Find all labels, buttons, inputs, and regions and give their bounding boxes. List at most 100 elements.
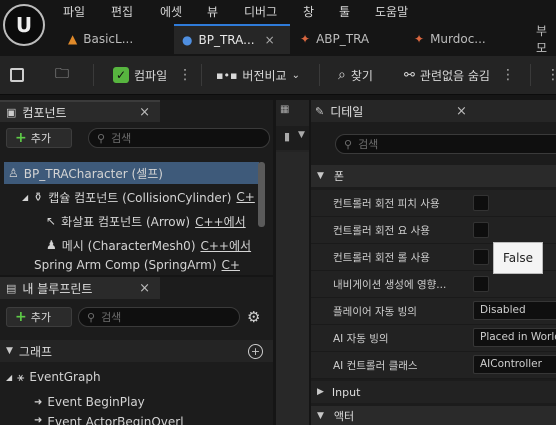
menu-window[interactable]: 창 [303,3,314,20]
tree-item-label: EventGraph [29,370,101,384]
menu-debug[interactable]: 디버그 [244,3,277,20]
plus-icon: + [15,309,27,325]
tab-abp-tra[interactable]: ✦ ABP_TRA [300,24,390,54]
tab-label: ABP_TRA [316,32,370,46]
ai-controller-class-dropdown[interactable]: AIController [473,355,556,374]
search-icon: ⚲ [87,310,96,324]
tab-basic-level[interactable]: ▲ BasicL... [68,24,168,54]
components-scrollbar[interactable] [258,162,265,227]
tree-item-arrow[interactable]: ↖ 화살표 컴포넌트 (Arrow) C++에서 [46,210,246,232]
search-icon: ⚲ [97,131,106,145]
components-search-input[interactable]: ⚲ 검색 [88,128,270,148]
person-icon: ● [182,33,193,47]
tree-item-label: BP_TRACharacter (셀프) [23,166,163,181]
compile-button[interactable]: ✓ 컴파일 ⋮ [113,56,192,94]
tree-item-eventgraph[interactable]: ◢ ⚹ EventGraph [6,366,101,388]
compile-label: 컴파일 [134,68,168,83]
tree-item-self[interactable]: ♙ BP_TRACharacter (셀프) [4,162,259,184]
use-controller-yaw-checkbox[interactable] [473,222,489,238]
mesh-icon: ♟ [46,238,57,252]
level-icon: ▲ [68,32,78,46]
details-search-input[interactable]: ⚲ 검색 [335,134,556,154]
graph-section-header[interactable]: ▼ 그래프 + [0,340,273,362]
add-blueprint-item-button[interactable]: + 추가 [6,307,72,327]
pawn-section-header[interactable]: ▼ 폰 [311,165,556,187]
tab-bp-tracharacter[interactable]: ● BP_TRA... × [174,24,290,54]
run-icon: ✦ [414,32,425,46]
tab-label: BP_TRA... [198,33,255,47]
blueprint-search-input[interactable]: ⚲ 검색 [78,307,240,327]
tree-item-label: Spring Arm Comp (SpringArm) [34,258,217,272]
viewport-toolbar: ▮ ▼ [276,126,309,150]
property-label: 컨트롤러 회전 피치 사용 [333,198,440,210]
property-row-ai-controller-class: AI 컨트롤러 클래스 AIController [311,352,556,379]
use-controller-pitch-checkbox[interactable] [473,195,489,211]
tree-item-mesh[interactable]: ♟ 메시 (CharacterMesh0) C++에서 [46,234,251,256]
property-label: AI 자동 빙의 [333,333,389,345]
cpp-link[interactable]: C+ [222,258,240,272]
character-icon: ♙ [8,166,19,180]
close-icon[interactable]: × [139,281,150,296]
menu-asset[interactable]: 에셋 [160,3,182,20]
find-button[interactable]: ⌕ 찾기 [338,56,373,94]
menu-tools[interactable]: 툴 [339,3,350,20]
plus-icon: + [15,130,27,146]
chevron-down-icon[interactable]: ▼ [298,130,305,140]
actor-section-header[interactable]: ▼ 액터 [311,406,556,425]
my-blueprint-tab[interactable]: ▤ 내 블루프린트 × [0,277,160,299]
input-section-header[interactable]: ▶ Input [311,381,556,403]
menu-help[interactable]: 도움말 [375,3,408,20]
event-icon: ➜ [34,396,43,408]
use-controller-roll-checkbox[interactable] [473,249,489,265]
components-tab[interactable]: ▣ 컴포넌트 × [0,100,160,122]
auto-possess-ai-dropdown[interactable]: Placed in World [473,328,556,347]
property-row-yaw: 컨트롤러 회전 요 사용 [311,217,556,244]
grid-icon[interactable]: ▦ [280,104,306,120]
add-circle-icon[interactable]: + [248,343,263,359]
search-placeholder: 검색 [101,311,122,324]
toolbar-divider [93,64,94,86]
cpp-link[interactable]: C+ [236,190,254,204]
cpp-link[interactable]: C++에서 [195,213,246,230]
menu-view[interactable]: 뷰 [207,3,218,20]
save-button[interactable] [10,56,24,94]
tree-item-event-overlap[interactable]: ➜ Event ActorBeginOverl [34,415,184,425]
tab-murdoc[interactable]: ✦ Murdoc... [414,24,504,54]
close-icon[interactable]: × [456,104,467,119]
bookmark-icon[interactable]: ▮ [284,130,290,143]
tree-item-spring-arm[interactable]: Spring Arm Comp (SpringArm) C+ [34,256,240,274]
gear-icon[interactable]: ⚙ [247,308,260,326]
cpp-link[interactable]: C++에서 [201,237,252,254]
compile-options-icon[interactable]: ⋮ [178,67,192,83]
diff-icon: ▪•▪ [216,68,238,82]
graph-icon: ⚹ [17,369,25,384]
menu-edit[interactable]: 편집 [111,3,133,20]
affect-navigation-checkbox[interactable] [473,276,489,292]
browse-button[interactable]: 🗀 [55,56,69,94]
arrow-icon: ↖ [46,214,57,228]
find-label: 찾기 [350,68,373,83]
details-tab[interactable]: ✎ 디테일 × [311,100,556,122]
more-icon[interactable]: ⋮ [546,56,556,94]
collapse-arrow-icon: ▼ [6,346,13,356]
close-icon[interactable]: × [139,105,150,120]
tree-item-event-beginplay[interactable]: ➜ Event BeginPlay [34,391,145,413]
save-icon [10,68,24,82]
search-placeholder: 검색 [358,138,379,151]
close-tab-icon[interactable]: × [265,33,275,47]
auto-possess-player-dropdown[interactable]: Disabled [473,301,556,320]
tree-item-capsule[interactable]: ◢ ⚱ 캡슐 컴포넌트 (CollisionCylinder) C+ [22,186,255,208]
version-compare-button[interactable]: ▪•▪ 버전비교 ⌄ [216,56,300,94]
hide-unrelated-button[interactable]: ⚯ 관련없음 숨김 ⋮ [404,56,515,94]
menu-file[interactable]: 파일 [63,3,85,20]
toolbar-divider [319,64,320,86]
toolbar: 🗀 ✓ 컴파일 ⋮ ▪•▪ 버전비교 ⌄ ⌕ 찾기 ⚯ 관련없음 숨김 ⋮ ⋮ [0,56,556,95]
add-component-button[interactable]: + 추가 [6,128,72,148]
menu-bar: 파일 편집 에셋 뷰 디버그 창 툴 도움말 [0,0,556,22]
hide-unrelated-options-icon[interactable]: ⋮ [501,67,515,83]
expand-arrow-icon: ◢ [22,192,29,202]
toolbar-divider [201,64,202,86]
tree-item-label: 화살표 컴포넌트 (Arrow) [61,214,191,229]
collapse-arrow-icon: ▼ [317,410,324,421]
tab-parent[interactable]: 부모 [536,24,556,55]
